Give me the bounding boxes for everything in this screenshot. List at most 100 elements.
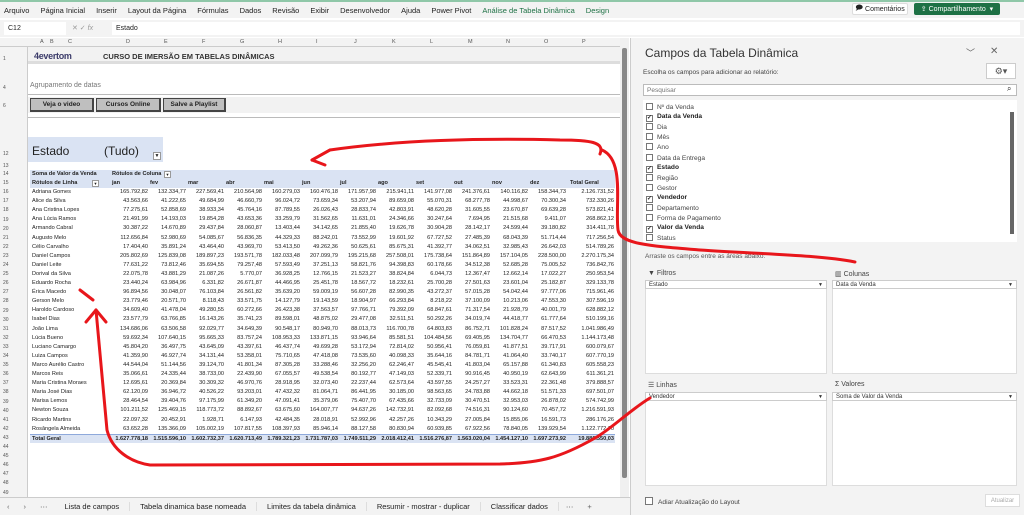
cell-value[interactable]: 41.478,04 — [148, 307, 186, 313]
menu-item[interactable]: Exibir — [310, 6, 329, 15]
cell-value[interactable]: 60.272,66 — [224, 307, 262, 313]
cell-value[interactable]: 44.329,33 — [262, 235, 300, 241]
cell-value[interactable]: 160.279,03 — [262, 189, 300, 195]
row-label[interactable]: Ana Cristina Lopes — [32, 207, 79, 213]
cell-value[interactable]: 58.821,76 — [338, 262, 376, 268]
cell-value[interactable]: 51.571,33 — [528, 389, 566, 395]
cell-value[interactable]: 47.418,08 — [300, 353, 338, 359]
column-header[interactable]: A — [40, 39, 44, 45]
cell-value[interactable]: 35.379,06 — [300, 398, 338, 404]
rows-item[interactable]: Vendedor ▼ — [645, 392, 827, 401]
cell-value[interactable]: 139.929,54 — [528, 426, 566, 432]
cell-value[interactable]: 125.839,08 — [148, 253, 186, 259]
row-label[interactable]: Alice da Silva — [32, 198, 66, 204]
row-header[interactable]: 6 — [3, 103, 6, 109]
cell-value[interactable]: 22.075,78 — [110, 271, 148, 277]
filters-item[interactable]: Estado ▼ — [645, 280, 827, 289]
cell-value[interactable]: 52.992,96 — [338, 417, 376, 423]
cell-value[interactable]: 14.193,03 — [148, 216, 186, 222]
cell-value[interactable]: 94.398,83 — [376, 262, 414, 268]
checkbox-icon[interactable]: ✓ — [646, 115, 653, 123]
cell-value[interactable]: 28.142,17 — [452, 225, 490, 231]
cell-value[interactable]: 26.878,02 — [528, 398, 566, 404]
chevron-down-icon[interactable]: ﹀ — [966, 46, 975, 59]
cell-value[interactable]: 35.694,55 — [186, 262, 224, 268]
cell-value[interactable]: 85.581,51 — [376, 335, 414, 341]
cell-value[interactable]: 134.704,77 — [490, 335, 528, 341]
row-header[interactable]: 33 — [3, 344, 9, 350]
row-header[interactable]: 35 — [3, 362, 9, 368]
cell-value[interactable]: 43.653,36 — [224, 216, 262, 222]
cell-value[interactable]: 40.098,33 — [376, 353, 414, 359]
tab-nav-button[interactable]: › — [17, 502, 34, 511]
cell-value[interactable]: 88.013,73 — [338, 326, 376, 332]
cell-value[interactable]: 45.545,41 — [414, 362, 452, 368]
cell-value[interactable]: 39.180,82 — [528, 225, 566, 231]
total-value[interactable]: 1.627.778,18 — [110, 436, 148, 442]
cell-value[interactable]: 34.512,38 — [452, 262, 490, 268]
cell-value[interactable]: 1.144.173,48 — [566, 335, 614, 341]
filters-area[interactable] — [645, 280, 827, 374]
cell-value[interactable]: 43.597,55 — [414, 380, 452, 386]
cell-value[interactable]: 46.970,76 — [224, 380, 262, 386]
column-header[interactable]: P — [582, 39, 586, 45]
field-item[interactable]: Status — [646, 234, 676, 242]
cell-value[interactable]: 22.361,48 — [528, 380, 566, 386]
cell-value[interactable]: 88.127,58 — [338, 426, 376, 432]
checkbox-icon[interactable] — [646, 103, 653, 110]
field-item[interactable]: Data da Entrega — [646, 153, 705, 162]
cell-value[interactable]: 86.441,95 — [338, 389, 376, 395]
row-label[interactable]: Daniel Leite — [32, 262, 62, 268]
cell-value[interactable]: 75.005,52 — [528, 262, 566, 268]
cell-value[interactable]: 50.956,41 — [414, 344, 452, 350]
cell-value[interactable]: 15.855,06 — [490, 417, 528, 423]
row-header[interactable]: 27 — [3, 289, 9, 295]
total-value[interactable]: 1.749.511,29 — [338, 436, 376, 442]
cell-value[interactable]: 64.803,83 — [414, 326, 452, 332]
row-header[interactable]: 49 — [3, 490, 9, 496]
cell-value[interactable]: 90.124,60 — [490, 407, 528, 413]
search-input[interactable] — [643, 84, 1017, 96]
cell-value[interactable]: 118.773,72 — [186, 407, 224, 413]
cell-value[interactable]: 28.918,95 — [262, 380, 300, 386]
cell-value[interactable]: 46.437,74 — [262, 344, 300, 350]
cell-value[interactable]: 41.064,40 — [490, 353, 528, 359]
cell-value[interactable]: 36.946,72 — [148, 389, 186, 395]
cell-value[interactable]: 38.733,00 — [186, 371, 224, 377]
cell-value[interactable]: 116.700,78 — [376, 326, 414, 332]
field-item[interactable]: Departamento — [646, 204, 699, 212]
row-header[interactable]: 16 — [3, 189, 9, 195]
row-header[interactable]: 24 — [3, 262, 9, 268]
cell-value[interactable]: 32.733,09 — [414, 398, 452, 404]
cell-value[interactable]: 77.275,61 — [110, 207, 148, 213]
field-list-scrollbar[interactable] — [1010, 112, 1014, 234]
cell-value[interactable]: 49.699,28 — [300, 344, 338, 350]
cell-value[interactable]: 105.002,19 — [186, 426, 224, 432]
cell-value[interactable]: 108.953,33 — [262, 335, 300, 341]
cell-value[interactable]: 227.569,41 — [186, 189, 224, 195]
cell-value[interactable]: 24.599,44 — [490, 225, 528, 231]
cell-value[interactable]: 62.120,09 — [110, 389, 148, 395]
name-box[interactable]: C12 — [4, 22, 66, 35]
cell-value[interactable]: 112.656,84 — [110, 235, 148, 241]
cell-value[interactable]: 80.830,94 — [376, 426, 414, 432]
scrollbar-thumb[interactable] — [622, 48, 627, 478]
cell-value[interactable]: 59.009,19 — [300, 289, 338, 295]
column-header[interactable]: J — [354, 39, 357, 45]
row-header[interactable]: 44 — [3, 444, 9, 450]
column-header[interactable]: D — [126, 39, 130, 45]
cell-value[interactable]: 69.639,28 — [528, 207, 566, 213]
checkbox-icon[interactable]: ✓ — [646, 195, 653, 203]
cell-value[interactable]: 33.523,31 — [490, 380, 528, 386]
cell-value[interactable]: 41.222,65 — [148, 198, 186, 204]
cell-value[interactable]: 25.451,78 — [300, 280, 338, 286]
tab-nav-button[interactable]: ⋯ — [559, 502, 581, 511]
cell-value[interactable]: 26.642,03 — [528, 244, 566, 250]
cell-value[interactable]: 16.591,73 — [528, 417, 566, 423]
cell-value[interactable]: 7.694,95 — [452, 216, 490, 222]
cell-value[interactable]: 21.491,99 — [110, 216, 148, 222]
cell-value[interactable]: 151.864,89 — [452, 253, 490, 259]
cell-value[interactable]: 22.237,44 — [338, 380, 376, 386]
row-label[interactable]: Adriana Gomes — [32, 189, 71, 195]
column-header[interactable]: E — [164, 39, 168, 45]
